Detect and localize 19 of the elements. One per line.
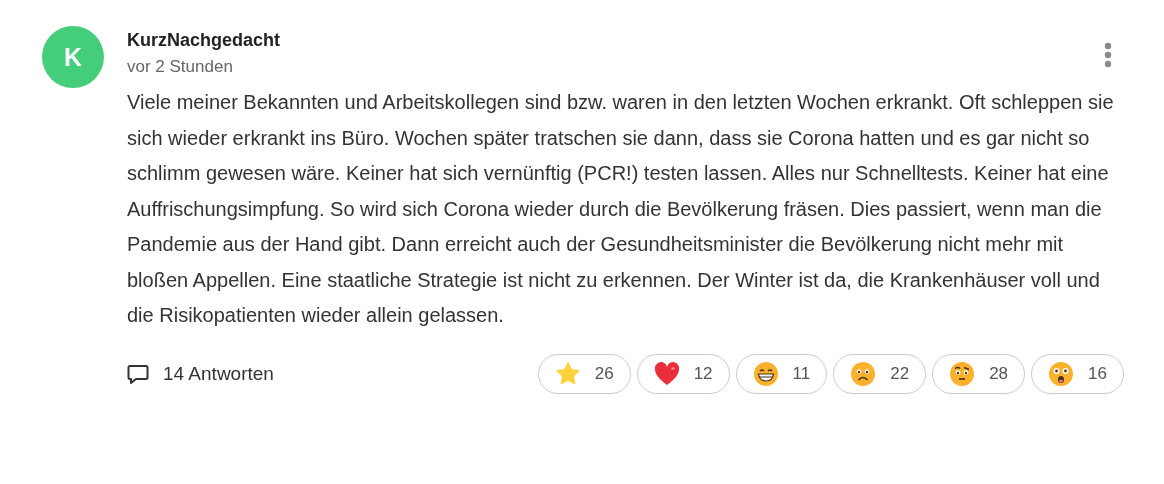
reaction-button[interactable]: 16 xyxy=(1031,353,1124,394)
speech-bubble-icon xyxy=(127,363,149,384)
grinning-face-icon xyxy=(752,360,779,387)
raised-eyebrow-face-icon xyxy=(949,360,976,387)
star-icon xyxy=(554,360,581,387)
avatar: K xyxy=(42,26,104,88)
author-name[interactable]: KurzNachgedacht xyxy=(127,30,281,51)
reaction-button[interactable]: 26 xyxy=(537,353,631,394)
replies-button[interactable]: 14 Antworten xyxy=(127,362,274,385)
reaction-button[interactable]: 12 xyxy=(636,353,730,394)
timestamp: vor 2 Stunden xyxy=(127,57,234,77)
more-options-icon[interactable] xyxy=(1104,42,1112,68)
reaction-button[interactable]: 28 xyxy=(932,353,1026,394)
comment-text: Viele meiner Bekannten und Arbeitskollegen sind bzw. waren in den letzten Wochen erkrankt. Oft schleppen sie sich wieder erkrankt ins Büro. Wochen später tratschen sie dann, dass sie Corona hatten und es gar nicht so schlimm gewesen wäre. Keiner hat sich vernünftig (PCR!) testen lassen. Alles nur Schnelltests. Keiner hat eine Auffrischungsimpfung. So wird sich Corona wieder durch die Bevölkerung fräsen. Dies passiert, wenn man die Pandemie aus der Hand gibt. Dann erreicht auch der Gesundheitsminister die Bevölkerung nicht mehr mit bloßen Appellen. Eine staatliche Strategie ist nicht zu erkennen. Der Winter ist da, die Krankenhäuser voll und die Risikopatienten wieder allein gelassen. xyxy=(127,90,1115,328)
reaction-button[interactable]: 11 xyxy=(735,353,828,394)
frowning-face-icon xyxy=(850,360,877,387)
heart-icon xyxy=(653,361,680,386)
astonished-face-icon xyxy=(1048,360,1075,387)
reaction-button[interactable]: 22 xyxy=(833,353,927,394)
